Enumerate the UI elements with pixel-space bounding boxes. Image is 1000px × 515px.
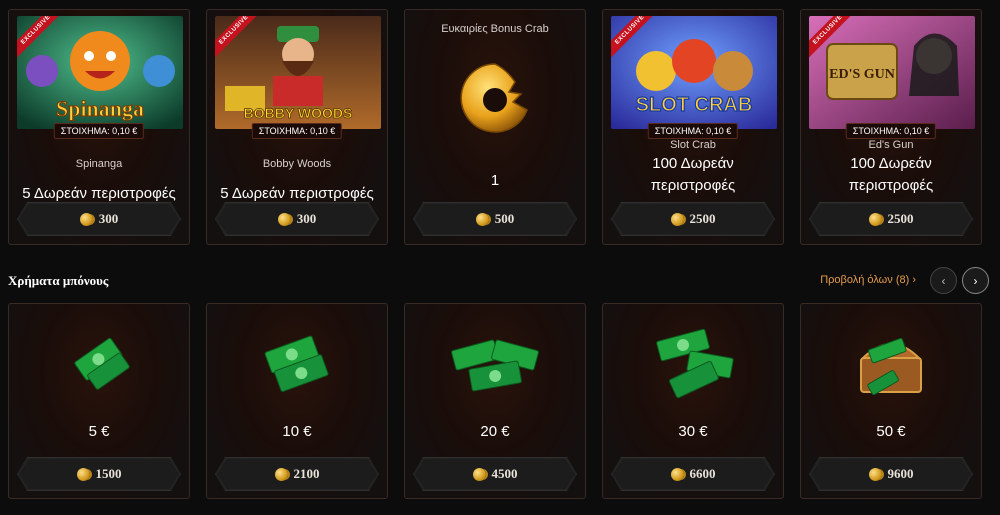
cash-stack-icon — [74, 337, 130, 390]
art-logo-text: SLOT CRAB — [636, 94, 753, 116]
bonus-cash-card[interactable]: 50 € 9600 — [800, 303, 982, 499]
chevron-left-icon: ‹ — [941, 273, 946, 288]
section-title: Χρήματα μπόνους — [8, 273, 109, 288]
bonus-cash-row: 5 € 1500 10 € 2100 20 € 4500 30 € 6600 5… — [8, 303, 982, 499]
art-logo-text: BOBBY WOODS — [244, 105, 353, 121]
view-all-link[interactable]: Προβολή όλων (8) › — [820, 274, 916, 286]
game-name: Slot Crab — [670, 139, 716, 151]
chevron-right-icon: › — [973, 273, 978, 288]
shop-card-eds-gun[interactable]: ED'S GUN EXCLUSIVE ΣΤΟΙΧΗΜΑ: 0,10 € Ed's… — [800, 9, 982, 245]
stake-label: ΣΤΟΙΧΗΜΑ: 0,10 € — [647, 123, 739, 139]
shop-card-slot-crab[interactable]: SLOT CRAB EXCLUSIVE ΣΤΟΙΧΗΜΑ: 0,10 € Slo… — [602, 9, 784, 245]
coin-icon — [869, 468, 882, 481]
game-name: Bobby Woods — [262, 158, 332, 170]
cash-stack-icon — [451, 339, 539, 392]
coin-icon — [275, 468, 288, 481]
game-thumbnail[interactable]: Spinanga EXCLUSIVE — [17, 16, 183, 129]
price-value: 500 — [494, 211, 515, 226]
buy-button[interactable]: 2500 — [611, 202, 775, 236]
bonus-amount: 20 € — [480, 423, 510, 440]
price-value: 2500 — [689, 211, 716, 226]
prize-text: 100 Δωρεάν περιστροφές — [848, 155, 934, 194]
chevron-right-icon: › — [912, 274, 916, 286]
prize-text: 5 Δωρεάν περιστροφές — [22, 185, 176, 202]
buy-button[interactable]: 500 — [413, 202, 577, 236]
bonus-amount: 10 € — [282, 423, 312, 440]
bonus-cash-card[interactable]: 30 € 6600 — [602, 303, 784, 499]
shop-card-spinanga[interactable]: Spinanga EXCLUSIVE ΣΤΟΙΧΗΜΑ: 0,10 € Spin… — [8, 9, 190, 245]
bonus-cash-card[interactable]: 10 € 2100 — [206, 303, 388, 499]
game-name: Ed's Gun — [868, 139, 914, 151]
buy-button[interactable]: 2500 — [809, 202, 973, 236]
game-thumbnail[interactable]: BOBBY WOODS EXCLUSIVE — [215, 16, 381, 129]
buy-button[interactable]: 300 — [17, 202, 181, 236]
price-value: 4500 — [491, 466, 518, 481]
coin-icon — [671, 468, 684, 481]
coin-icon — [473, 468, 486, 481]
shop-card-bonus-crab[interactable]: Ευκαιρίες Bonus Crab 1 500 — [404, 9, 586, 245]
buy-button[interactable]: 1500 — [17, 457, 181, 491]
bonus-amount: 30 € — [678, 423, 708, 440]
art-logo-text: Spinanga — [56, 96, 144, 121]
stake-label: ΣΤΟΙΧΗΜΑ: 0,10 € — [251, 123, 343, 139]
game-thumbnail[interactable]: SLOT CRAB EXCLUSIVE — [611, 16, 777, 129]
stake-label: ΣΤΟΙΧΗΜΑ: 0,10 € — [845, 123, 937, 139]
coin-icon — [869, 213, 882, 226]
price-value: 300 — [296, 211, 317, 226]
shop-card-bobby-woods[interactable]: BOBBY WOODS EXCLUSIVE ΣΤΟΙΧΗΜΑ: 0,10 € B… — [206, 9, 388, 245]
slot-crab-art: SLOT CRAB — [611, 16, 777, 129]
art-logo-text: ED'S GUN — [829, 67, 895, 82]
buy-button[interactable]: 4500 — [413, 457, 577, 491]
bonus-cash-card[interactable]: 5 € 1500 — [8, 303, 190, 499]
card-title: Ευκαιρίες Bonus Crab — [441, 23, 549, 35]
coin-icon — [80, 213, 93, 226]
buy-button[interactable]: 300 — [215, 202, 379, 236]
prize-text: 1 — [490, 172, 500, 189]
buy-button[interactable]: 2100 — [215, 457, 379, 491]
view-all-label: Προβολή όλων (8) — [820, 274, 910, 286]
game-thumbnail[interactable]: ED'S GUN EXCLUSIVE — [809, 16, 975, 129]
price-value: 1500 — [95, 466, 122, 481]
buy-button[interactable]: 6600 — [611, 457, 775, 491]
cash-stack-icon — [656, 328, 734, 399]
stake-label: ΣΤΟΙΧΗΜΑ: 0,10 € — [53, 123, 145, 139]
bonus-amount: 5 € — [88, 423, 110, 440]
spinanga-art: Spinanga — [17, 16, 183, 129]
treasure-chest-icon — [860, 337, 922, 396]
prize-text: 100 Δωρεάν περιστροφές — [650, 155, 736, 194]
bonus-cash-card[interactable]: 20 € 4500 — [404, 303, 586, 499]
cash-stack-icon — [264, 335, 329, 392]
buy-button[interactable]: 9600 — [809, 457, 973, 491]
carousel-next-button[interactable]: › — [962, 267, 989, 294]
coin-icon — [278, 213, 291, 226]
coin-icon — [476, 213, 489, 226]
carousel-prev-button[interactable]: ‹ — [930, 267, 957, 294]
bonus-amount: 50 € — [876, 423, 906, 440]
prize-text: 5 Δωρεάν περιστροφές — [220, 185, 374, 202]
coin-icon — [77, 468, 90, 481]
coin-icon — [671, 213, 684, 226]
price-value: 2100 — [293, 466, 320, 481]
bobby-woods-art: BOBBY WOODS — [215, 16, 381, 129]
crab-claw-coin-icon — [460, 63, 528, 133]
featured-row: Spinanga EXCLUSIVE ΣΤΟΙΧΗΜΑ: 0,10 € Spin… — [8, 9, 982, 245]
price-value: 2500 — [887, 211, 914, 226]
price-value: 6600 — [689, 466, 716, 481]
price-value: 300 — [98, 211, 119, 226]
game-name: Spinanga — [75, 158, 123, 170]
eds-gun-art: ED'S GUN — [809, 16, 975, 129]
price-value: 9600 — [887, 466, 914, 481]
